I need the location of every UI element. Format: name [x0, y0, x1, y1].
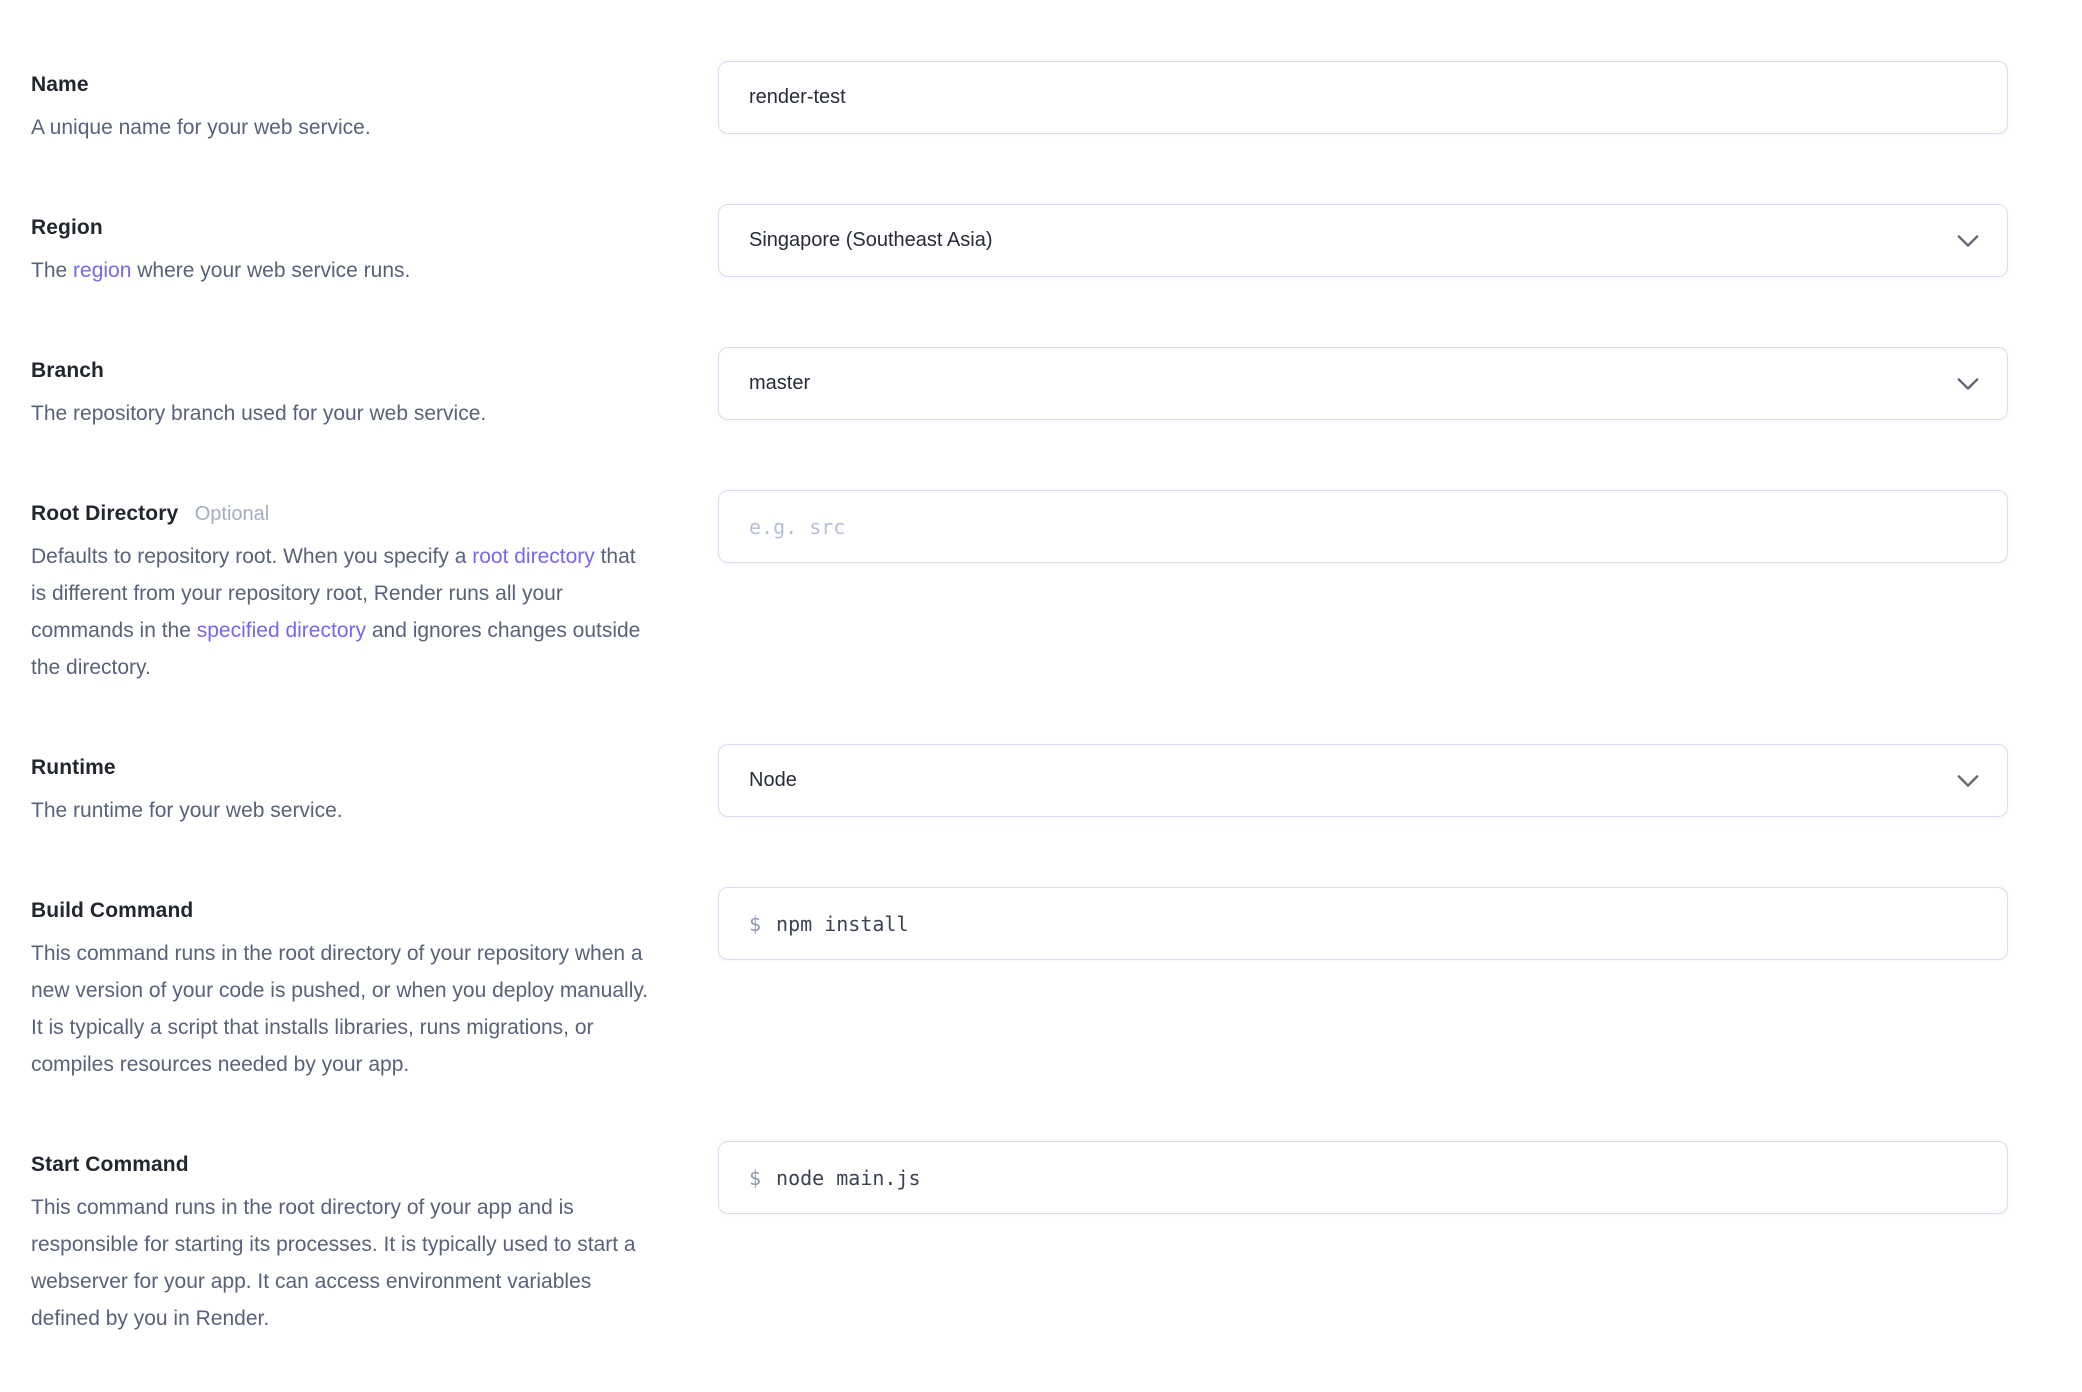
start-command-field-label: Start Command: [31, 1153, 189, 1176]
region-select[interactable]: Singapore (Southeast Asia): [718, 204, 2008, 277]
description-text: Defaults to repository root. When you sp…: [31, 545, 472, 568]
chevron-down-icon: [1957, 234, 1979, 248]
chevron-down-icon: [1957, 377, 1979, 391]
chevron-down-icon: [1957, 774, 1979, 788]
build-command-field-description: This command runs in the root directory …: [31, 935, 651, 1083]
region-field-text: Region The region where your web service…: [31, 204, 651, 289]
specified-directory-link[interactable]: specified directory: [197, 619, 366, 642]
name-field-text: Name A unique name for your web service.: [31, 61, 651, 146]
build-command-input[interactable]: $: [718, 887, 2008, 960]
build-command-field[interactable]: [776, 888, 1977, 959]
description-text: This command runs in the root directory …: [31, 942, 648, 1076]
form-row-name: Name A unique name for your web service.: [31, 61, 2008, 146]
name-field-description: A unique name for your web service.: [31, 109, 651, 146]
runtime-select[interactable]: Node: [718, 744, 2008, 817]
form-row-start-command: Start Command This command runs in the r…: [31, 1141, 2008, 1337]
branch-select-value: master: [749, 372, 810, 395]
branch-field-description: The repository branch used for your web …: [31, 395, 651, 432]
start-command-field[interactable]: [776, 1142, 1977, 1213]
root-directory-field-label: Root Directory: [31, 502, 178, 525]
name-field-label: Name: [31, 73, 89, 96]
root-directory-field-text: Root Directory Optional Defaults to repo…: [31, 490, 651, 686]
description-text: The repository branch used for your web …: [31, 402, 486, 425]
build-command-field-text: Build Command This command runs in the r…: [31, 887, 651, 1083]
build-command-field-label: Build Command: [31, 899, 193, 922]
description-text: The: [31, 259, 73, 282]
region-field-label: Region: [31, 216, 103, 239]
runtime-select-value: Node: [749, 769, 797, 792]
runtime-field-label: Runtime: [31, 756, 116, 779]
runtime-field-description: The runtime for your web service.: [31, 792, 651, 829]
description-text: where your web service runs.: [131, 259, 410, 282]
form-row-branch: Branch The repository branch used for yo…: [31, 347, 2008, 432]
name-input[interactable]: [718, 61, 2008, 134]
form-row-runtime: Runtime The runtime for your web service…: [31, 744, 2008, 829]
runtime-field-text: Runtime The runtime for your web service…: [31, 744, 651, 829]
branch-field-label: Branch: [31, 359, 104, 382]
root-directory-link[interactable]: root directory: [472, 545, 595, 568]
start-command-input[interactable]: $: [718, 1141, 2008, 1214]
root-directory-field-description: Defaults to repository root. When you sp…: [31, 538, 651, 686]
branch-field-text: Branch The repository branch used for yo…: [31, 347, 651, 432]
form-row-root-directory: Root Directory Optional Defaults to repo…: [31, 490, 2008, 686]
optional-tag: Optional: [195, 503, 270, 525]
branch-select[interactable]: master: [718, 347, 2008, 420]
form-row-build-command: Build Command This command runs in the r…: [31, 887, 2008, 1083]
start-command-field-description: This command runs in the root directory …: [31, 1189, 651, 1337]
region-select-value: Singapore (Southeast Asia): [749, 229, 993, 252]
root-directory-input[interactable]: [718, 490, 2008, 563]
region-field-description: The region where your web service runs.: [31, 252, 651, 289]
description-text: A unique name for your web service.: [31, 116, 371, 139]
start-command-field-text: Start Command This command runs in the r…: [31, 1141, 651, 1337]
description-text: The runtime for your web service.: [31, 799, 343, 822]
shell-prompt-prefix: $: [749, 1166, 761, 1190]
form-row-region: Region The region where your web service…: [31, 204, 2008, 289]
service-settings-form: Name A unique name for your web service.…: [0, 0, 2082, 1337]
shell-prompt-prefix: $: [749, 912, 761, 936]
description-text: This command runs in the root directory …: [31, 1196, 636, 1330]
region-link[interactable]: region: [73, 259, 131, 282]
